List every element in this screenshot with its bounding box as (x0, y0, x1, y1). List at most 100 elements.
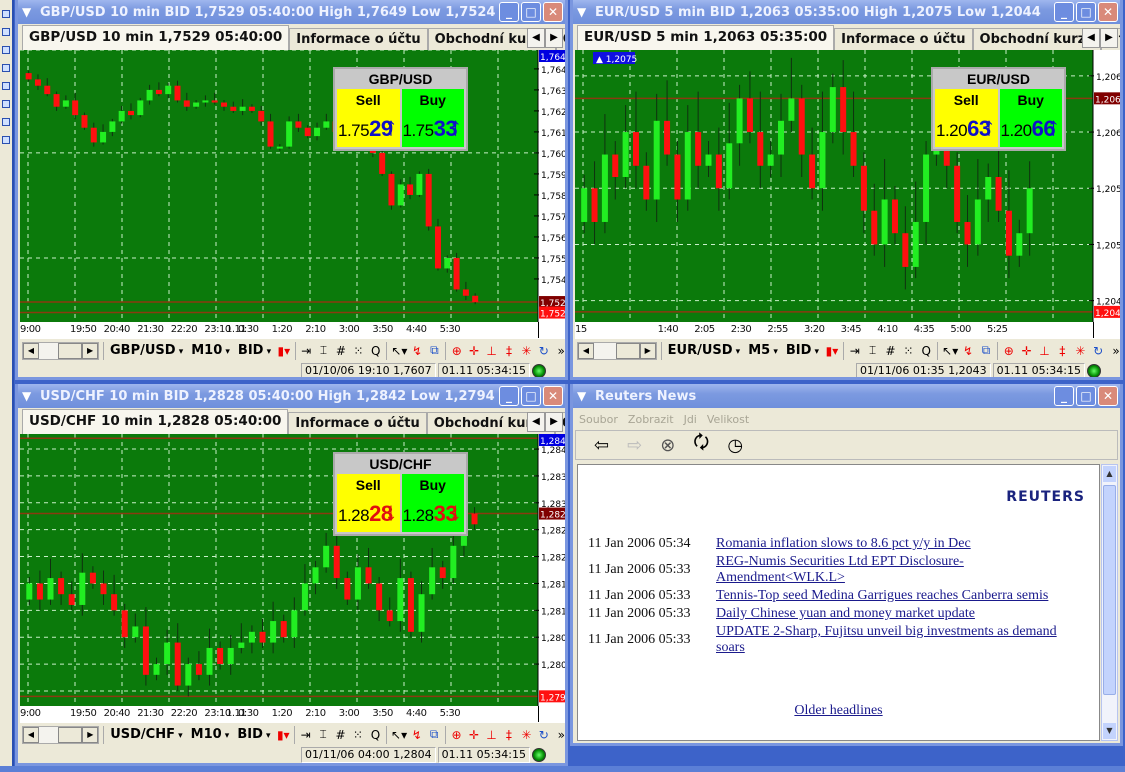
sell-button[interactable]: Sell 1.7529 ↑ (337, 89, 400, 147)
scroll-thumb[interactable] (1103, 485, 1116, 695)
close-button[interactable]: ✕ (543, 2, 563, 22)
quote-icon[interactable]: Q (369, 344, 382, 358)
shape-tool-icon[interactable]: ⧉ (427, 727, 440, 742)
expand-icon[interactable]: ✳ (520, 728, 533, 742)
candlestick-icon[interactable]: ▮▾ (277, 728, 290, 742)
refresh-icon[interactable]: 🗘 (693, 430, 709, 460)
line-tool-icon[interactable]: ↯ (961, 344, 975, 358)
news-headline-link[interactable]: UPDATE 2-Sharp, Fujitsu unveil big inves… (716, 624, 1057, 655)
tab-1[interactable]: Informace o účtu (289, 28, 428, 50)
more-icon[interactable]: » (555, 728, 565, 742)
vline-icon[interactable]: ‡ (502, 728, 515, 742)
title-bar[interactable]: ▼ USD/CHF 10 min BID 1,2828 05:40:00 High… (18, 384, 565, 408)
scale-icon[interactable]: ⌶ (866, 343, 880, 358)
menu-jdi[interactable]: Jdi (684, 413, 697, 426)
tab-scroll-right-icon[interactable]: ▶ (545, 412, 563, 432)
symbol-dropdown[interactable]: EUR/USD (666, 343, 743, 358)
scale-icon[interactable]: ⌶ (316, 727, 329, 742)
title-bar[interactable]: ▼ Reuters News _ □ ✕ (573, 384, 1120, 408)
news-headline-link[interactable]: Daily Chinese yuan and money market upda… (716, 606, 975, 621)
scale-icon[interactable]: ⌶ (317, 343, 330, 358)
candlestick-icon[interactable]: ▮▾ (277, 344, 291, 358)
chart-scrollbar[interactable]: ◀ ▶ (22, 341, 100, 360)
refresh-chart-icon[interactable]: ↻ (1091, 344, 1105, 358)
menu-zobrazit[interactable]: Zobrazit (628, 413, 674, 426)
minimize-button[interactable]: _ (499, 386, 519, 406)
close-button[interactable]: ✕ (1098, 2, 1118, 22)
forward-arrow-icon[interactable]: ⇨ (627, 435, 642, 456)
maximize-button[interactable]: □ (521, 386, 541, 406)
grid-icon[interactable]: # (334, 728, 347, 742)
maximize-button[interactable]: □ (1076, 386, 1096, 406)
history-clock-icon[interactable]: ◷ (727, 435, 743, 456)
close-button[interactable]: ✕ (1098, 386, 1118, 406)
hline-icon[interactable]: ⊥ (485, 344, 498, 358)
candlestick-icon[interactable]: ▮▾ (825, 344, 839, 358)
timeframe-dropdown[interactable]: M10 (189, 727, 232, 742)
price-type-dropdown[interactable]: BID (235, 727, 272, 742)
cursor-icon[interactable]: ↖▾ (391, 344, 407, 358)
scroll-left-icon[interactable]: ◀ (23, 342, 39, 359)
timeframe-dropdown[interactable]: M5 (746, 343, 780, 358)
minimize-button[interactable]: _ (1054, 386, 1074, 406)
dots-icon[interactable]: ⁙ (352, 344, 365, 358)
scroll-right-icon[interactable]: ▶ (82, 342, 99, 359)
vline-icon[interactable]: ‡ (502, 344, 515, 358)
cursor-icon[interactable]: ↖▾ (942, 344, 958, 358)
more-icon[interactable]: » (554, 344, 565, 358)
tab-0[interactable]: EUR/USD 5 min 1,2063 05:35:00 (577, 25, 835, 50)
zoom-icon[interactable]: ⊕ (450, 728, 463, 742)
scroll-down-icon[interactable]: ▼ (1103, 723, 1116, 739)
price-chart[interactable]: 1,7540 1,7550 1,7560 1,7570 1,7580 1,7590 1,76… (20, 50, 568, 322)
grid-icon[interactable]: # (334, 344, 347, 358)
chart-svg[interactable]: 1,7540 1,7550 1,7560 1,7570 1,7580 1,7590 1,76… (20, 50, 568, 322)
news-headline-link[interactable]: Tennis-Top seed Medina Garrigues reaches… (716, 588, 1048, 603)
refresh-chart-icon[interactable]: ↻ (537, 728, 550, 742)
price-type-dropdown[interactable]: BID (236, 343, 273, 358)
cursor-icon[interactable]: ↖▾ (391, 728, 407, 742)
news-headline-link[interactable]: REG-Numis Securities Ltd EPT Disclosure-… (716, 554, 964, 585)
buy-button[interactable]: Buy 1.2833 ↓ (401, 474, 464, 532)
chart-scrollbar[interactable]: ◀ ▶ (577, 341, 657, 360)
more-icon[interactable]: » (1109, 344, 1120, 358)
back-arrow-icon[interactable]: ⇦ (594, 435, 609, 456)
price-chart[interactable]: 1,2800 1,2805 1,2810 1,2815 1,2820 1,2825 1,28… (20, 434, 568, 706)
tab-1[interactable]: Informace o účtu (288, 412, 427, 434)
zoom-icon[interactable]: ⊕ (450, 344, 463, 358)
tab-scroll-left-icon[interactable]: ◀ (527, 28, 545, 48)
grid-icon[interactable]: # (884, 344, 898, 358)
autoscroll-icon[interactable]: ⇥ (299, 344, 312, 358)
scroll-up-icon[interactable]: ▲ (1103, 466, 1116, 482)
shape-tool-icon[interactable]: ⧉ (428, 343, 441, 358)
hline-icon[interactable]: ⊥ (1038, 344, 1052, 358)
tab-scroll-right-icon[interactable]: ▶ (545, 28, 563, 48)
tab-scroll-right-icon[interactable]: ▶ (1100, 28, 1118, 48)
scroll-left-icon[interactable]: ◀ (23, 726, 39, 743)
zoom-icon[interactable]: ⊕ (1002, 344, 1016, 358)
sell-button[interactable]: Sell 1.2828 ↓ (337, 474, 400, 532)
news-headline-link[interactable]: Romania inflation slows to 8.6 pct y/y i… (716, 536, 971, 551)
scroll-left-icon[interactable]: ◀ (578, 342, 594, 359)
older-headlines-link[interactable]: Older headlines (794, 703, 882, 718)
tab-scroll-left-icon[interactable]: ◀ (527, 412, 545, 432)
buy-button[interactable]: Buy 1.7533 ↑ (401, 89, 464, 147)
quote-icon[interactable]: Q (919, 344, 933, 358)
expand-icon[interactable]: ✳ (520, 344, 533, 358)
price-chart[interactable]: 1,20451,20501,20551,20601,20651,20631,20… (575, 50, 1120, 322)
menu-velikost[interactable]: Velikost (707, 413, 749, 426)
close-button[interactable]: ✕ (543, 386, 563, 406)
refresh-chart-icon[interactable]: ↻ (537, 344, 550, 358)
minimize-button[interactable]: _ (499, 2, 519, 22)
buy-button[interactable]: Buy 1.2066 ↑ (999, 89, 1062, 147)
vline-icon[interactable]: ‡ (1055, 344, 1069, 358)
line-tool-icon[interactable]: ↯ (410, 728, 423, 742)
maximize-button[interactable]: □ (521, 2, 541, 22)
scroll-thumb[interactable] (58, 726, 83, 743)
menu-soubor[interactable]: Soubor (579, 413, 618, 426)
chart-svg[interactable]: 1,2800 1,2805 1,2810 1,2815 1,2820 1,2825 1,28… (20, 434, 568, 706)
minimize-button[interactable]: _ (1054, 2, 1074, 22)
tab-1[interactable]: Informace o účtu (834, 28, 973, 50)
tab-0[interactable]: USD/CHF 10 min 1,2828 05:40:00 (22, 409, 289, 434)
crosshair-icon[interactable]: ✛ (467, 344, 480, 358)
sell-button[interactable]: Sell 1.2063 ↑ (935, 89, 998, 147)
